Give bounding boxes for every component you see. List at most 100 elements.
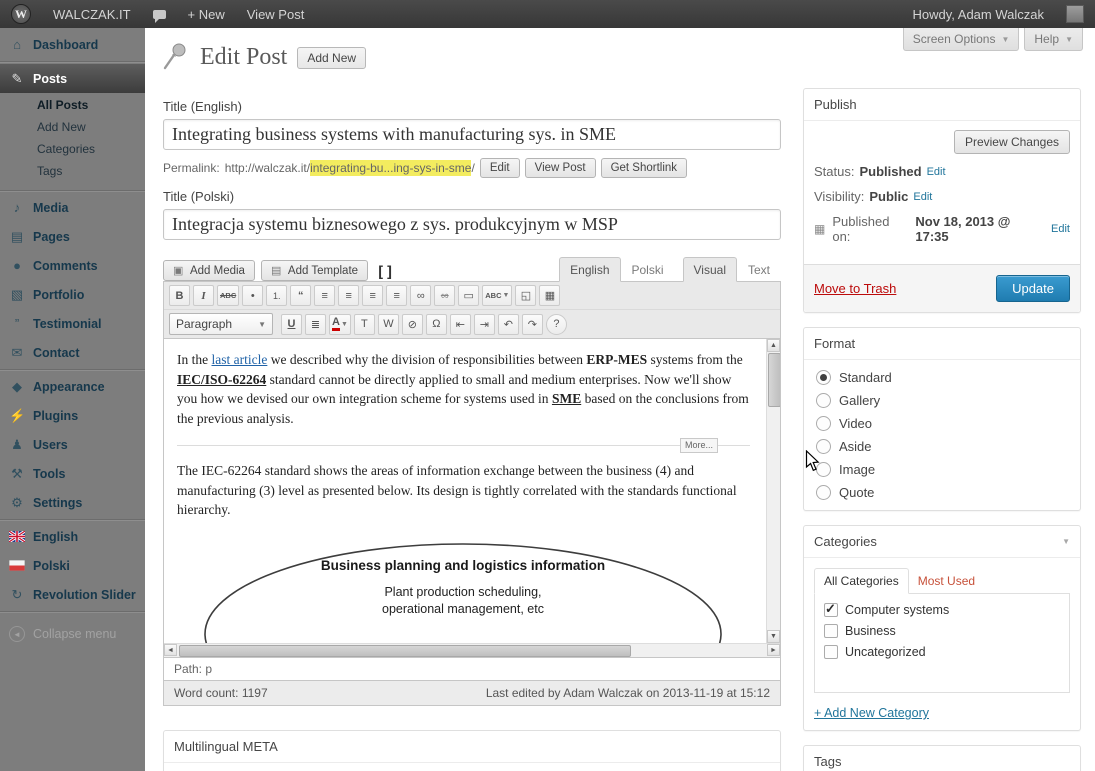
format-radio-aside[interactable]: [816, 439, 831, 454]
sidebar-item-revolution-slider[interactable]: ↻ Revolution Slider: [0, 580, 145, 609]
category-checkbox-computer-systems[interactable]: [824, 603, 838, 617]
account-avatar[interactable]: [1055, 5, 1095, 23]
spellcheck-button[interactable]: ABC ▼: [482, 285, 512, 306]
sidebar-item-users[interactable]: ♟ Users: [0, 430, 145, 459]
insert-link-button[interactable]: ∞: [410, 285, 431, 306]
edit-status-link[interactable]: Edit: [927, 166, 946, 178]
edit-permalink-button[interactable]: Edit: [480, 158, 520, 178]
sidebar-item-comments[interactable]: ● Comments: [0, 251, 145, 280]
format-radio-quote[interactable]: [816, 485, 831, 500]
tab-all-categories[interactable]: All Categories: [814, 568, 909, 594]
scroll-up-arrow[interactable]: ▲: [767, 339, 780, 352]
edit-published-date-link[interactable]: Edit: [1051, 223, 1070, 235]
submenu-item-all-posts[interactable]: All Posts: [0, 94, 145, 116]
align-justify-button[interactable]: ≡: [386, 285, 407, 306]
format-select[interactable]: Paragraph ▼: [169, 313, 273, 335]
get-shortlink-button[interactable]: Get Shortlink: [601, 158, 687, 178]
align-right-button[interactable]: ≡: [362, 285, 383, 306]
scroll-down-arrow[interactable]: ▼: [767, 630, 780, 643]
editor-vertical-scrollbar[interactable]: ▲ ▼: [766, 339, 780, 643]
last-article-link[interactable]: last article: [212, 352, 268, 367]
format-radio-standard[interactable]: [816, 370, 831, 385]
format-box-header[interactable]: Format: [804, 328, 1080, 360]
view-post-link[interactable]: View Post: [236, 0, 316, 28]
sidebar-item-polski[interactable]: Polski: [0, 551, 145, 580]
tab-most-used[interactable]: Most Used: [909, 569, 984, 593]
help-button[interactable]: ?: [546, 314, 567, 335]
add-new-button[interactable]: Add New: [297, 47, 366, 69]
categories-box-header[interactable]: Categories ▼: [804, 526, 1080, 558]
redo-button[interactable]: ↷: [522, 314, 543, 335]
multilingual-meta-header[interactable]: Multilingual META: [164, 731, 780, 763]
category-item-computer-systems[interactable]: Computer systems: [824, 603, 1060, 617]
site-name-link[interactable]: WALCZAK.IT: [42, 0, 142, 28]
paste-as-text-button[interactable]: T: [354, 314, 375, 335]
sidebar-item-testimonial[interactable]: ” Testimonial: [0, 309, 145, 338]
tab-text[interactable]: Text: [737, 257, 781, 282]
format-radio-video[interactable]: [816, 416, 831, 431]
remove-link-button[interactable]: ∞: [434, 285, 455, 306]
format-radio-image[interactable]: [816, 462, 831, 477]
toggle-arrow-icon[interactable]: ▼: [1062, 537, 1070, 546]
scroll-right-arrow[interactable]: ►: [767, 644, 780, 656]
sidebar-item-tools[interactable]: ⚒ Tools: [0, 459, 145, 488]
horizontal-scroll-thumb[interactable]: [179, 645, 631, 657]
sidebar-item-pages[interactable]: ▤ Pages: [0, 222, 145, 251]
tab-english[interactable]: English: [559, 257, 620, 282]
blockquote-button[interactable]: “: [290, 285, 311, 306]
sidebar-item-plugins[interactable]: ⚡ Plugins: [0, 401, 145, 430]
collapse-menu-button[interactable]: ◄ Collapse menu: [0, 626, 145, 642]
more-tag-button[interactable]: ▭: [458, 285, 479, 306]
sidebar-item-contact[interactable]: ✉ Contact: [0, 338, 145, 367]
new-content-menu[interactable]: + New: [177, 0, 236, 28]
tags-box-header[interactable]: Tags: [804, 746, 1080, 771]
tab-visual[interactable]: Visual: [683, 257, 737, 282]
sidebar-item-portfolio[interactable]: ▧ Portfolio: [0, 280, 145, 309]
title-polski-input[interactable]: [163, 209, 781, 240]
howdy-account-menu[interactable]: Howdy, Adam Walczak: [902, 7, 1056, 22]
view-post-button[interactable]: View Post: [525, 158, 596, 178]
sidebar-item-english[interactable]: English: [0, 522, 145, 551]
editor-horizontal-scrollbar[interactable]: ◄ ►: [164, 643, 780, 657]
fullscreen-button[interactable]: ◱: [515, 285, 536, 306]
sidebar-item-media[interactable]: ♪ Media: [0, 193, 145, 222]
remove-formatting-button[interactable]: ⊘: [402, 314, 423, 335]
comments-bubble-button[interactable]: [142, 0, 177, 28]
text-color-button[interactable]: A ▼: [329, 314, 351, 335]
update-button[interactable]: Update: [996, 275, 1070, 302]
bold-button[interactable]: B: [169, 285, 190, 306]
underline-button[interactable]: U: [281, 314, 302, 335]
help-tab[interactable]: Help ▼: [1024, 28, 1083, 51]
special-character-button[interactable]: Ω: [426, 314, 447, 335]
add-media-button[interactable]: ▣ Add Media: [163, 260, 255, 281]
submenu-item-add-new[interactable]: Add New: [0, 116, 145, 138]
format-radio-gallery[interactable]: [816, 393, 831, 408]
bulleted-list-button[interactable]: •: [242, 285, 263, 306]
screen-options-tab[interactable]: Screen Options ▼: [903, 28, 1020, 51]
move-to-trash-link[interactable]: Move to Trash: [814, 281, 896, 296]
preview-changes-button[interactable]: Preview Changes: [954, 130, 1070, 154]
sidebar-item-settings[interactable]: ⚙ Settings: [0, 488, 145, 517]
category-checkbox-uncategorized[interactable]: [824, 645, 838, 659]
tab-polski[interactable]: Polski: [621, 257, 675, 282]
sidebar-item-posts[interactable]: ✎ Posts: [0, 64, 145, 93]
submenu-item-tags[interactable]: Tags: [0, 160, 145, 182]
undo-button[interactable]: ↶: [498, 314, 519, 335]
justify-full-button[interactable]: ≣: [305, 314, 326, 335]
strikethrough-button[interactable]: ABC: [217, 285, 239, 306]
align-center-button[interactable]: ≡: [338, 285, 359, 306]
category-item-uncategorized[interactable]: Uncategorized: [824, 645, 1060, 659]
sidebar-item-appearance[interactable]: ◆ Appearance: [0, 372, 145, 401]
indent-button[interactable]: ⇥: [474, 314, 495, 335]
category-checkbox-business[interactable]: [824, 624, 838, 638]
add-new-category-link[interactable]: + Add New Category: [814, 706, 929, 720]
outdent-button[interactable]: ⇤: [450, 314, 471, 335]
vertical-scroll-thumb[interactable]: [768, 353, 780, 407]
shortcode-button[interactable]: []: [368, 263, 402, 281]
editor-content[interactable]: In the last article we described why the…: [164, 339, 780, 643]
scroll-left-arrow[interactable]: ◄: [164, 644, 177, 656]
submenu-item-categories[interactable]: Categories: [0, 138, 145, 160]
align-left-button[interactable]: ≡: [314, 285, 335, 306]
paste-from-word-button[interactable]: W: [378, 314, 399, 335]
title-english-input[interactable]: [163, 119, 781, 150]
